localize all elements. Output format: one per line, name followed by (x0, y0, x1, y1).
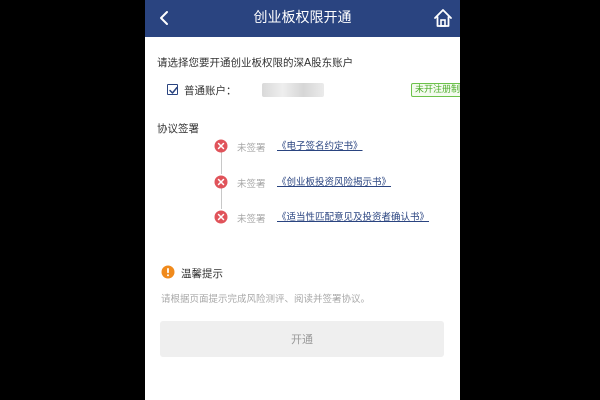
timeline-segment (221, 151, 222, 174)
phone-screen: 创业板权限开通 请选择您要开通创业板权限的深A股东账户 普通账户： 未开注册制 … (145, 0, 460, 400)
home-button[interactable] (432, 7, 454, 29)
checkmark-icon (169, 86, 178, 94)
error-x-icon (214, 139, 228, 153)
tips-title: 温馨提示 (181, 268, 223, 280)
agreement-link[interactable]: 《适当性匹配意见及投资者确认书》 (277, 211, 429, 224)
nav-bar: 创业板权限开通 (145, 0, 460, 37)
error-x-icon (214, 175, 228, 189)
chevron-left-icon (160, 11, 168, 25)
account-type-label: 普通账户： (184, 85, 237, 97)
agreement-link[interactable]: 《创业板投资风险揭示书》 (277, 176, 427, 189)
warning-exclamation-icon (161, 265, 175, 279)
account-row[interactable]: 普通账户： 未开注册制 (167, 83, 460, 99)
agreements-section-title: 协议签署 (157, 123, 199, 135)
agreement-link[interactable]: 《电子签名约定书》 (277, 140, 427, 153)
page-title: 创业板权限开通 (253, 10, 352, 26)
open-button[interactable]: 开通 (160, 321, 444, 357)
timeline-segment (221, 187, 222, 209)
home-icon (434, 9, 452, 27)
masked-account-number (262, 83, 324, 97)
error-x-icon (214, 210, 228, 224)
back-button[interactable] (155, 8, 175, 28)
account-prompt: 请选择您要开通创业板权限的深A股东账户 (157, 57, 354, 69)
tips-body: 请根据页面提示完成风险测评、阅读并签署协议。 (161, 294, 371, 305)
agreement-status: 未签署 (237, 179, 266, 190)
agreement-status: 未签署 (237, 214, 266, 225)
account-checkbox[interactable] (167, 84, 178, 95)
status-badge: 未开注册制 (411, 83, 460, 97)
agreement-status: 未签署 (237, 143, 266, 154)
